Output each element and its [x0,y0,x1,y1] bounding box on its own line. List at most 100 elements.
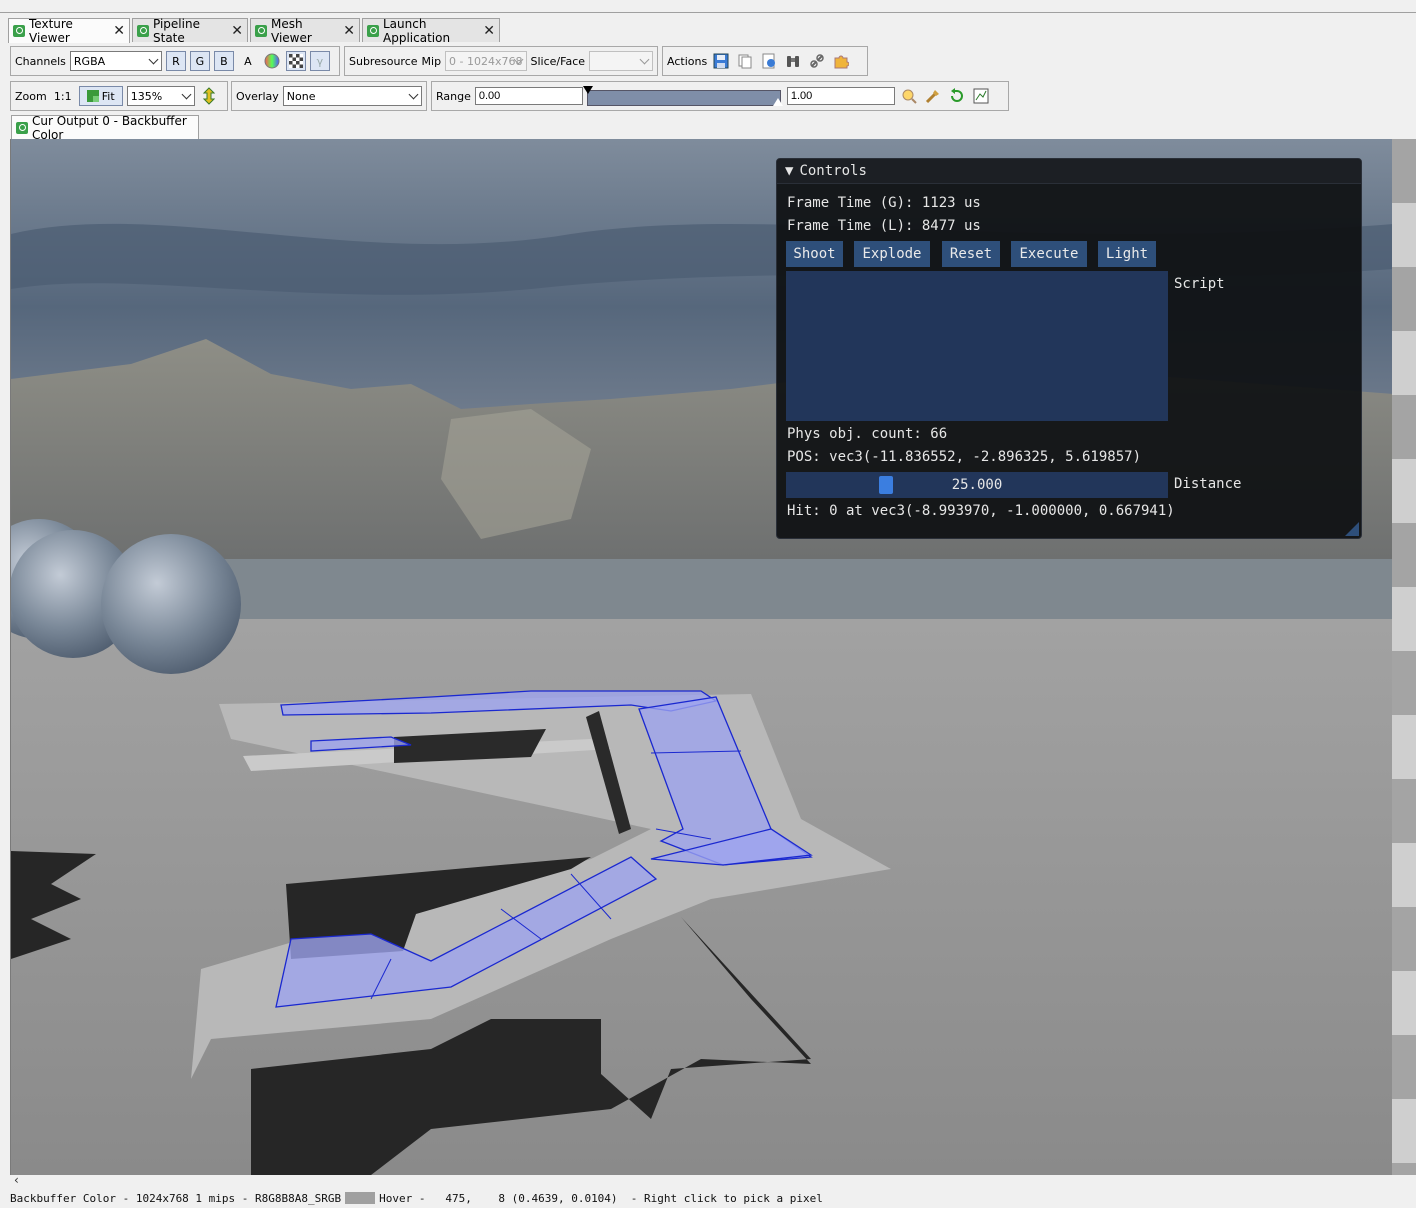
zoom-select[interactable]: 135% [126,86,195,106]
explode-label: Explode [862,246,922,262]
slice-face-label: Slice/Face [530,54,586,68]
range-white-point-handle[interactable] [772,98,783,106]
reset-button[interactable]: Reset [942,241,1000,267]
reset-label: Reset [949,246,993,262]
output-tab-label: Cur Output 0 - Backbuffer Color [32,113,187,142]
actions-toolbar: Actions [662,46,868,76]
status-bar: Backbuffer Color - 1024x768 1 mips - R8G… [0,1188,1416,1208]
subresource-toolbar: Subresource Mip 0 - 1024x768 Slice/Face [344,46,658,76]
range-black-point-handle[interactable] [582,86,593,94]
mip-select[interactable]: 0 - 1024x768 [445,51,527,71]
frame-time-l: Frame Time (L): 8477 us [787,218,981,234]
red-channel-label: R [172,54,180,68]
chevron-down-icon [148,54,159,65]
shoot-button[interactable]: Shoot [786,241,843,267]
channels-label: Channels [15,54,66,68]
controls-panel[interactable]: ▼ Controls Frame Time (G): 1123 us Frame… [776,158,1362,539]
controls-title-bar[interactable]: ▼ Controls [777,159,1361,184]
distance-slider[interactable]: 25.000 [786,472,1168,498]
distance-slider-grab[interactable] [879,476,893,494]
range-bar [586,90,781,106]
script-textarea[interactable] [786,271,1168,421]
histogram-icon[interactable] [971,86,991,106]
save-icon[interactable] [711,51,731,71]
zoom-range-icon[interactable] [899,86,919,106]
tab-texture-viewer[interactable]: Texture Viewer ✕ [8,17,130,45]
tab-label: Pipeline State [153,16,200,45]
top-border [0,12,1416,13]
blue-channel-toggle[interactable]: B [213,51,234,71]
channels-select[interactable]: RGBA [69,51,162,71]
puzzle-icon[interactable] [831,51,851,71]
phys-obj-count: Phys obj. count: 66 [787,426,948,442]
tab-label: Texture Viewer [29,17,73,45]
frame-time-g: Frame Time (G): 1123 us [787,195,981,211]
close-icon[interactable]: ✕ [113,23,125,39]
green-channel-toggle[interactable]: G [189,51,210,71]
light-button[interactable]: Light [1098,241,1156,267]
status-info: Backbuffer Color - 1024x768 1 mips - R8G… [10,1191,342,1205]
flip-vertical-icon[interactable] [199,86,219,106]
overlay-value: None [286,89,316,103]
distance-label: Distance [1174,476,1242,492]
range-slider[interactable] [582,86,783,106]
distance-value: 25.000 [951,477,1003,493]
green-channel-label: G [195,54,205,68]
checkerboard-icon[interactable] [285,51,306,71]
horizontal-scrollbar[interactable]: ‹ [10,1173,1392,1188]
zoom-1to1-label: 1:1 [53,89,72,103]
explode-button[interactable]: Explode [854,241,930,267]
chevron-down-icon [639,54,650,65]
range-label: Range [436,89,471,103]
output-tab-icon [16,121,28,134]
range-max-input[interactable] [786,87,895,105]
mip-value: 0 - 1024x768 [449,54,523,68]
tab-mesh-viewer[interactable]: Mesh Viewer ✕ [250,17,360,45]
red-channel-toggle[interactable]: R [165,51,186,71]
chevron-down-icon [181,89,192,100]
reset-range-icon[interactable] [947,86,967,106]
zoom-toolbar: Zoom 1:1 Fit 135% [10,81,228,111]
checkerboard-strip [1392,139,1416,1175]
shoot-label: Shoot [793,246,836,262]
open-in-editor-icon[interactable] [759,51,779,71]
link-icon[interactable] [807,51,827,71]
scroll-left-icon[interactable]: ‹ [14,1173,19,1187]
fit-label: Fit [101,89,115,103]
gamma-icon[interactable]: γ [309,51,330,71]
chevron-down-icon [408,89,419,100]
alpha-channel-toggle[interactable]: A [238,51,258,71]
hit-readout: Hit: 0 at vec3(-8.993970, -1.000000, 0.6… [787,503,1175,519]
mesh-viewer-icon [255,24,267,37]
fit-button[interactable]: Fit [78,86,123,106]
tab-pipeline-state[interactable]: Pipeline State ✕ [132,16,248,45]
overlay-label: Overlay [236,89,279,103]
tab-cur-output[interactable]: Cur Output 0 - Backbuffer Color [11,113,199,142]
subresource-label: Subresource [349,54,418,68]
auto-fit-icon[interactable] [923,86,943,106]
close-icon[interactable]: ✕ [483,23,495,39]
overlay-select[interactable]: None [282,86,422,106]
texture-viewer-icon [13,25,25,37]
range-min-input[interactable] [474,87,583,105]
tab-launch-application[interactable]: Launch Application ✕ [362,17,500,45]
pipeline-state-icon [137,24,149,37]
range-toolbar: Range [431,81,1009,111]
resize-grip-icon[interactable] [1345,522,1359,536]
color-wheel-icon[interactable] [262,51,282,71]
slice-face-select[interactable] [589,51,653,71]
binoculars-icon[interactable] [783,51,803,71]
channels-value: RGBA [73,54,106,68]
zoom-1to1-button[interactable]: 1:1 [51,86,75,106]
copy-icon[interactable] [735,51,755,71]
position-readout: POS: vec3(-11.836552, -2.896325, 5.61985… [787,449,1142,465]
collapse-triangle-icon[interactable]: ▼ [785,163,793,179]
alpha-channel-label: A [244,54,252,68]
overlay-toolbar: Overlay None [231,81,427,111]
fit-icon [86,90,99,102]
close-icon[interactable]: ✕ [231,23,243,39]
close-icon[interactable]: ✕ [343,23,355,39]
mip-label: Mip [421,54,442,68]
execute-button[interactable]: Execute [1011,241,1087,267]
script-label: Script [1174,276,1225,292]
